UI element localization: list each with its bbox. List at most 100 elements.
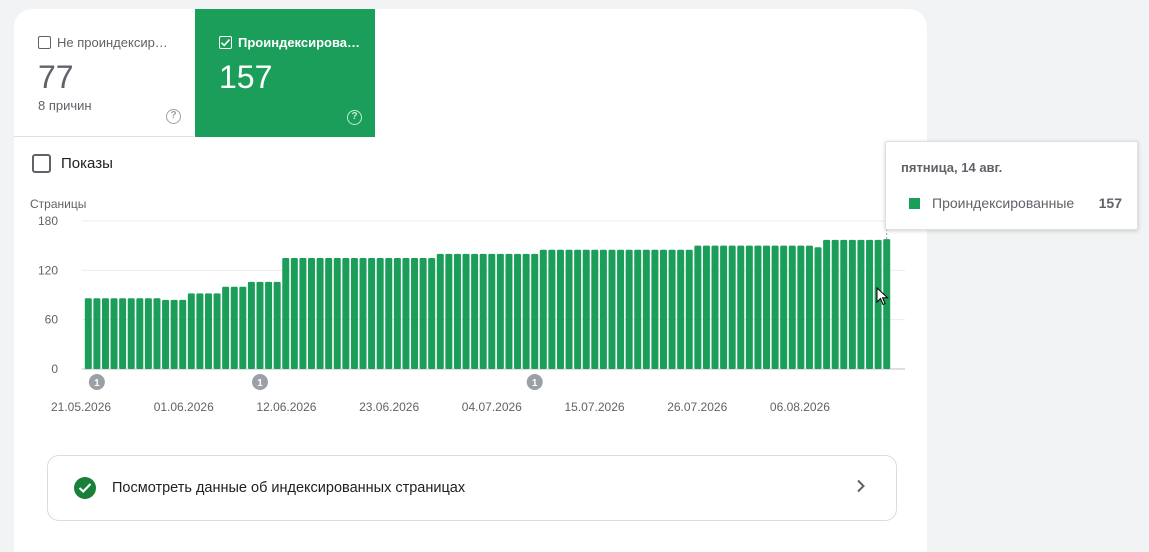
chart-bar xyxy=(608,249,616,369)
x-tick-label: 12.06.2026 xyxy=(256,400,316,414)
tooltip-value: 157 xyxy=(1098,195,1122,211)
pages-chart: Страницы 0 60 120 180 1 1 1 21.05.2026 01.06.2026… xyxy=(14,194,927,424)
impressions-toggle[interactable]: Показы xyxy=(32,154,113,173)
y-tick-label: 0 xyxy=(51,362,58,376)
chart-bar xyxy=(548,249,556,369)
x-tick-label: 15.07.2026 xyxy=(565,400,625,414)
chart-bar xyxy=(823,239,831,369)
chart-bar xyxy=(127,298,135,369)
chart-bar xyxy=(290,258,298,369)
tooltip-series-name: Проиндексированные xyxy=(932,195,1075,211)
chart-bar xyxy=(333,258,341,369)
chart-bar xyxy=(393,258,401,369)
x-tick-label: 01.06.2026 xyxy=(154,400,214,414)
chart-bar xyxy=(350,258,358,369)
chart-bar xyxy=(187,293,195,369)
chart-bar xyxy=(514,253,522,369)
annotation-label: 1 xyxy=(532,378,538,389)
chart-bar xyxy=(204,293,212,369)
chart-bar xyxy=(445,253,453,369)
chart-bar xyxy=(582,249,590,369)
chart-bar xyxy=(651,249,659,369)
chart-bar xyxy=(162,299,170,369)
chevron-right-icon xyxy=(856,479,866,498)
checkbox-unchecked-icon[interactable] xyxy=(32,154,51,173)
chart-bar xyxy=(574,249,582,369)
help-icon[interactable]: ? xyxy=(166,109,181,124)
chart-bar xyxy=(694,245,702,369)
chart-bar xyxy=(496,253,504,369)
chart-bar xyxy=(780,245,788,369)
y-tick-label: 180 xyxy=(38,214,58,228)
chart-bar xyxy=(840,239,848,369)
view-indexed-pages-link[interactable]: Посмотреть данные об индексированных стр… xyxy=(47,455,897,521)
checkbox-unchecked-icon[interactable] xyxy=(38,36,51,49)
y-axis-label: Страницы xyxy=(30,197,86,211)
x-tick-label: 26.07.2026 xyxy=(667,400,727,414)
tab-not-indexed-value: 77 xyxy=(38,59,74,95)
chart-bar xyxy=(376,258,384,369)
x-tick-label: 23.06.2026 xyxy=(359,400,419,414)
chart-bar xyxy=(788,245,796,369)
chart-bar xyxy=(591,249,599,369)
annotation-label: 1 xyxy=(257,378,263,389)
chart-bar xyxy=(436,253,444,369)
chart-bar xyxy=(539,249,547,369)
chart-bar xyxy=(84,298,92,369)
chart-bar xyxy=(308,258,315,369)
x-tick-label: 04.07.2026 xyxy=(462,400,522,414)
chart-bar xyxy=(119,298,127,369)
chart-bar xyxy=(728,245,736,369)
chart-tooltip: пятница, 14 авг. Проиндексированные 157 xyxy=(885,141,1138,230)
chart-bar xyxy=(599,249,607,369)
tab-not-indexed-reasons: 8 причин xyxy=(38,98,92,113)
chart-bar xyxy=(282,258,290,369)
annotation-label: 1 xyxy=(94,378,100,389)
x-tick-label: 06.08.2026 xyxy=(770,400,830,414)
chart-bar xyxy=(479,253,487,369)
chart-bar xyxy=(325,258,333,369)
help-icon[interactable]: ? xyxy=(347,110,362,125)
tab-indexed-label: Проиндексирова… xyxy=(238,35,361,50)
tab-indexed[interactable]: Проиндексирова… 157 ? xyxy=(195,9,375,137)
chart-bar xyxy=(805,245,813,369)
chart-bar xyxy=(745,245,753,369)
chart-bar xyxy=(273,281,281,369)
tooltip-date: пятница, 14 авг. xyxy=(901,160,1003,175)
x-tick-label: 21.05.2026 xyxy=(51,400,111,414)
chart-bar xyxy=(247,281,255,369)
chart-bar xyxy=(737,245,745,369)
chart-bar xyxy=(814,247,822,369)
chart-bar xyxy=(668,249,676,369)
chart-bar xyxy=(179,299,187,369)
chart-bar xyxy=(848,239,856,369)
mouse-cursor-icon xyxy=(876,287,889,306)
chart-bar xyxy=(754,245,762,369)
checkbox-checked-icon[interactable] xyxy=(219,36,232,49)
chart-bar xyxy=(505,253,513,369)
chart-bar xyxy=(428,258,436,369)
chart-bar xyxy=(625,249,633,369)
chart-bar xyxy=(720,245,728,369)
chart-bar xyxy=(256,281,264,369)
chart-bar xyxy=(196,293,204,369)
chart-bar xyxy=(453,253,461,369)
chart-bar xyxy=(556,249,564,369)
chart-bar xyxy=(239,286,247,369)
chart-bar xyxy=(170,299,178,369)
chart-bar xyxy=(230,286,238,369)
chart-bar xyxy=(831,239,839,369)
tab-not-indexed[interactable]: Не проиндексир… 77 8 причин ? xyxy=(14,9,194,137)
chart-bar xyxy=(368,258,376,369)
chart-bar xyxy=(402,258,410,369)
chart-bar xyxy=(522,253,530,369)
chart-bar xyxy=(110,298,118,369)
chart-bar xyxy=(634,249,642,369)
chart-bar xyxy=(419,258,427,369)
chart-bar xyxy=(265,281,273,369)
chart-bar xyxy=(385,258,393,369)
chart-bar xyxy=(677,249,685,369)
chart-bar xyxy=(763,245,771,369)
chart-bar xyxy=(222,286,230,369)
chart-bar xyxy=(411,258,419,369)
